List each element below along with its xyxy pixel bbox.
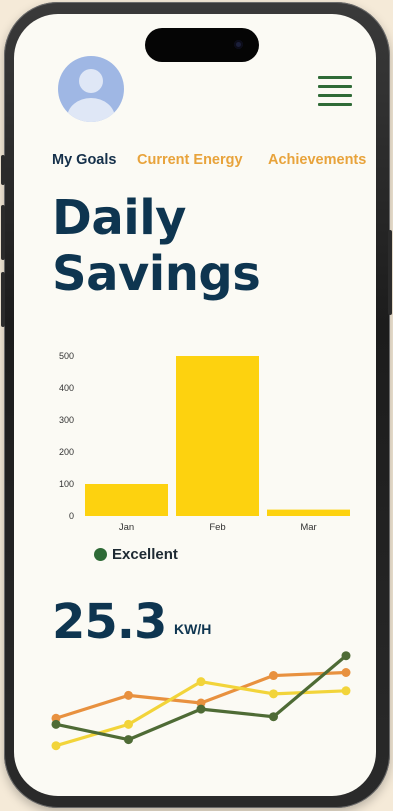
trend-point: [51, 719, 61, 729]
x-tick-label: Jan: [119, 522, 134, 533]
tab-current-energy[interactable]: Current Energy: [137, 152, 243, 168]
trend-point: [196, 677, 206, 687]
trend-point: [196, 704, 206, 714]
trend-point: [341, 651, 351, 661]
phone-power-button: [388, 230, 392, 315]
camera-icon: [234, 40, 243, 49]
avatar[interactable]: [58, 56, 124, 122]
legend-label: Excellent: [112, 546, 178, 563]
page-title-line-1: Daily: [52, 190, 186, 246]
y-tick-label: 0: [69, 511, 74, 521]
bar-feb: [176, 356, 259, 516]
phone-side-button: [1, 155, 5, 185]
legend: Excellent: [94, 546, 178, 563]
trend-point: [124, 735, 133, 745]
phone-volume-down-button: [1, 272, 5, 327]
savings-bar-chart: 0 100 200 300 400 500 Jan Feb Mar: [59, 351, 350, 533]
page-title: Daily Savings: [52, 190, 261, 302]
hamburger-menu-icon[interactable]: [318, 76, 352, 106]
trend-point: [51, 741, 61, 751]
trend-point: [341, 668, 351, 677]
user-silhouette-icon: [67, 69, 115, 122]
trend-point: [269, 712, 278, 722]
trend-line-chart: [51, 651, 351, 751]
tab-my-goals[interactable]: My Goals: [52, 152, 116, 168]
bar-jan: [85, 484, 168, 516]
bar-mar: [267, 509, 350, 516]
y-tick-label: 100: [59, 479, 74, 489]
tab-achievements[interactable]: Achievements: [268, 152, 366, 168]
trend-point: [124, 719, 133, 729]
y-tick-label: 400: [59, 383, 74, 393]
phone-volume-up-button: [1, 205, 5, 260]
y-tick-label: 300: [59, 415, 74, 425]
page-title-line-2: Savings: [52, 246, 261, 302]
trend-point: [124, 690, 133, 700]
app-screen: My Goals Current Energy Achievements Dai…: [14, 14, 376, 796]
trend-point: [341, 686, 351, 696]
trend-point: [269, 689, 278, 699]
x-tick-label: Feb: [209, 522, 225, 533]
trend-series-2-line: [55, 654, 348, 742]
trend-point: [269, 671, 278, 681]
y-tick-label: 500: [59, 351, 74, 361]
y-tick-label: 200: [59, 447, 74, 457]
x-tick-label: Mar: [300, 522, 316, 533]
dynamic-island: [145, 28, 259, 62]
legend-dot-icon: [94, 548, 107, 561]
